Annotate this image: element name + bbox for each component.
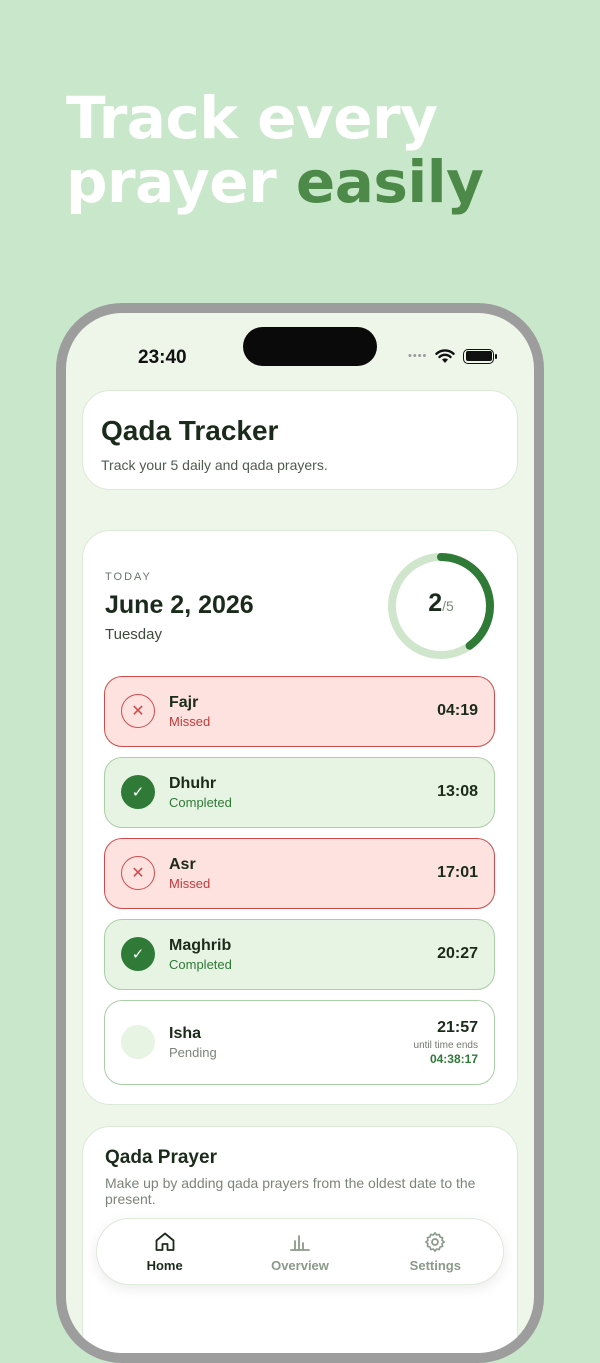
today-card: TODAY June 2, 2026 Tuesday 2 /5 ✕ Fajr M… [82,530,518,1105]
missed-x-icon: ✕ [121,856,155,890]
until-label: until time ends [413,1040,478,1051]
tab-home[interactable]: Home [97,1219,232,1284]
battery-icon [463,348,498,364]
pending-circle-icon [121,1025,155,1059]
prayer-row-isha[interactable]: Isha Pending 21:57 until time ends 04:38… [104,1000,495,1085]
prayer-time: 21:57 [437,1019,478,1036]
progress-ring-label: 2 /5 [386,551,496,661]
prayer-name: Dhuhr [169,775,217,792]
home-icon [155,1232,175,1251]
prayer-row-dhuhr[interactable]: ✓ Dhuhr Completed 13:08 [104,757,495,828]
prayer-row-fajr[interactable]: ✕ Fajr Missed 04:19 [104,676,495,747]
wifi-icon [435,348,456,363]
phone-frame: 23:40 •••• Qada Tracker Track your 5 dai… [56,303,544,1363]
tab-label: Overview [271,1258,329,1273]
tab-label: Settings [409,1258,461,1273]
qada-title: Qada Prayer [105,1147,217,1168]
tab-bar: Home Overview Settings [96,1218,504,1285]
status-time: 23:40 [138,347,187,368]
headline-line-2: prayer easily [66,150,484,214]
today-date: June 2, 2026 [105,591,254,619]
prayer-status: Pending [169,1045,217,1060]
app-title: Qada Tracker [101,415,279,446]
phone-screen: 23:40 •••• Qada Tracker Track your 5 dai… [66,313,534,1353]
prayer-status: Completed [169,795,232,810]
prayer-row-asr[interactable]: ✕ Asr Missed 17:01 [104,838,495,909]
today-label: TODAY [105,571,152,583]
app-subtitle: Track your 5 daily and qada prayers. [101,457,328,473]
prayer-time: 20:27 [437,945,478,962]
prayer-name: Fajr [169,694,199,711]
gear-icon [425,1232,446,1252]
qada-description: Make up by adding qada prayers from the … [105,1175,476,1207]
headline-accent: easily [295,148,484,216]
completed-count: 2 [428,589,443,617]
headline-plain: prayer [66,148,296,216]
promo-headline: Track every prayer easily [66,86,484,214]
signal-dots: •••• [408,350,428,362]
today-weekday: Tuesday [105,626,162,643]
prayer-time: 17:01 [437,864,478,881]
prayer-name: Maghrib [169,937,232,954]
prayer-status: Missed [169,876,211,891]
status-icons: •••• [408,347,498,365]
bar-chart-icon [290,1235,310,1251]
countdown-timer: 04:38:17 [429,1052,478,1066]
prayer-name: Isha [169,1025,202,1042]
prayer-status: Completed [169,957,232,972]
header-card: Qada Tracker Track your 5 daily and qada… [82,390,518,490]
tab-label: Home [146,1258,183,1273]
tab-settings[interactable]: Settings [368,1219,503,1284]
headline-line-1: Track every [66,84,438,152]
prayer-name: Asr [169,856,196,873]
checkmark-icon: ✓ [121,937,155,971]
tab-overview[interactable]: Overview [232,1219,367,1284]
missed-x-icon: ✕ [121,694,155,728]
total-count: /5 [442,598,454,614]
prayer-time: 04:19 [437,702,478,719]
checkmark-icon: ✓ [121,775,155,809]
dynamic-island [243,327,377,366]
prayer-time: 13:08 [437,783,478,800]
prayer-status: Missed [169,714,211,729]
prayer-row-maghrib[interactable]: ✓ Maghrib Completed 20:27 [104,919,495,990]
